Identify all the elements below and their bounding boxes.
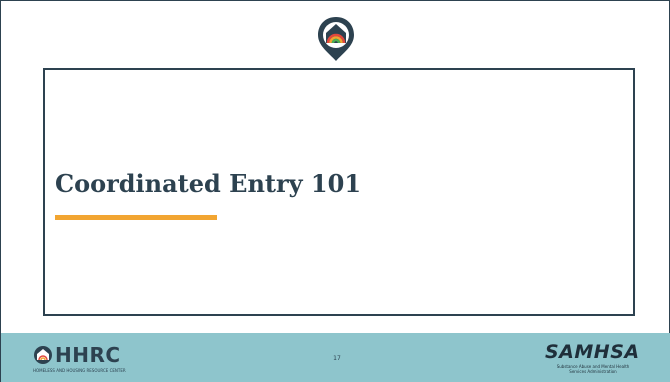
- hhrc-logo-text: HHRC: [55, 343, 121, 367]
- house-rainbow-icon: [34, 346, 52, 364]
- slide: Coordinated Entry 101 HHRC HOMELESS AND …: [0, 0, 670, 382]
- location-pin-house-rainbow-icon: [318, 17, 354, 61]
- samhsa-logo-subtitle: Substance Abuse and Mental Health Servic…: [553, 364, 633, 374]
- samhsa-subtitle-line2: Services Administration: [569, 369, 617, 374]
- hhrc-logo: HHRC HOMELESS AND HOUSING RESOURCE CENTE…: [33, 343, 173, 373]
- samhsa-logo-text: SAMHSA: [545, 341, 640, 363]
- page-number: 17: [333, 355, 341, 362]
- hhrc-logo-subtitle: HOMELESS AND HOUSING RESOURCE CENTER: [33, 368, 126, 373]
- slide-title: Coordinated Entry 101: [55, 169, 362, 198]
- footer-bar: HHRC HOMELESS AND HOUSING RESOURCE CENTE…: [1, 333, 670, 382]
- samhsa-logo: SAMHSA Substance Abuse and Mental Health…: [537, 341, 641, 375]
- title-underline: [55, 215, 217, 220]
